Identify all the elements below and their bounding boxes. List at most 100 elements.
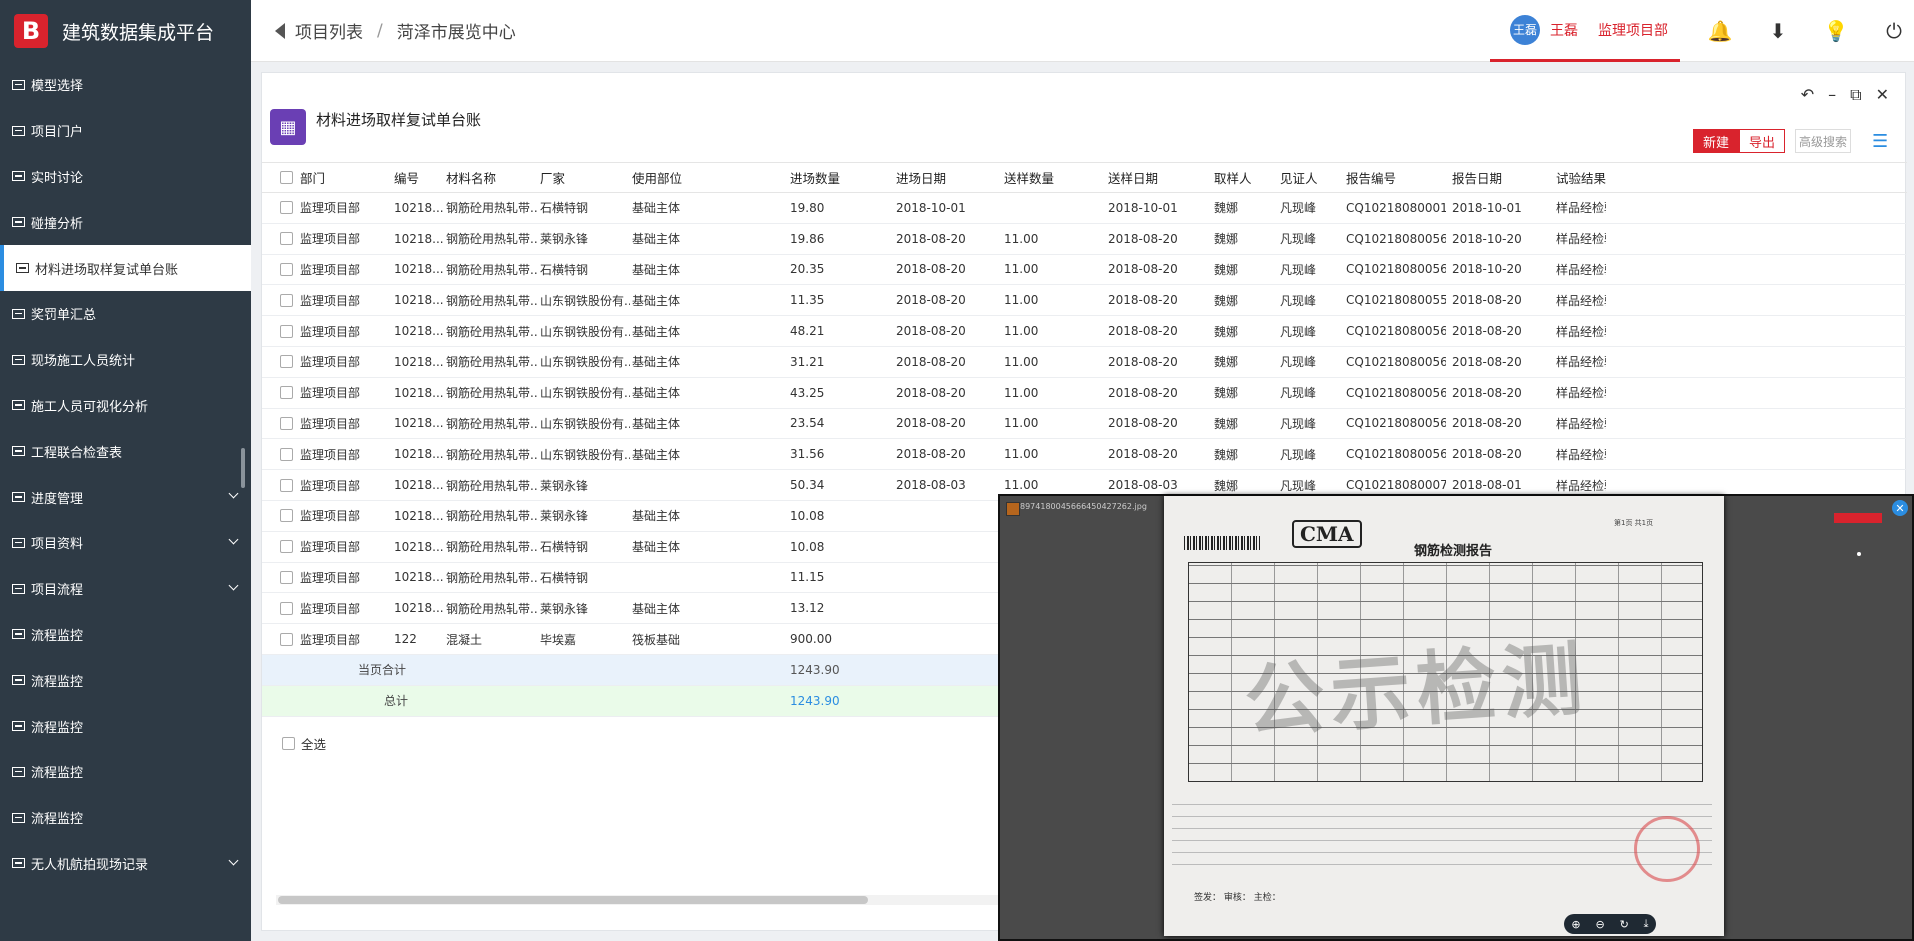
back-arrow-icon[interactable]: [275, 22, 285, 39]
sidebar-item-label: 实时讨论: [31, 170, 84, 186]
column-header[interactable]: 试验结果: [1556, 163, 1606, 192]
column-header[interactable]: 使用部位: [632, 163, 782, 192]
row-checkbox[interactable]: [280, 478, 293, 492]
export-button[interactable]: 导出: [1739, 129, 1785, 153]
table-row[interactable]: 监理项目部 10218... 钢筋砼用热轧带... 山东钢铁股份有... 基础主体 31.…: [262, 347, 1907, 378]
column-header[interactable]: 进场数量: [790, 163, 890, 192]
grand-total-label: 总计: [384, 694, 409, 709]
sidebar-item[interactable]: 施工人员可视化分析: [0, 383, 251, 429]
table-cell: 魏娜: [1214, 386, 1239, 401]
sidebar-item[interactable]: 流程监控: [0, 612, 251, 658]
sidebar-item[interactable]: 项目流程: [0, 566, 251, 612]
table-cell: 10218...: [394, 508, 444, 523]
table-cell: 监理项目部: [300, 201, 361, 216]
column-header[interactable]: 进场日期: [896, 163, 996, 192]
row-checkbox[interactable]: [280, 601, 293, 615]
table-row[interactable]: 监理项目部 10218... 钢筋砼用热轧带... 莱钢永锋 基础主体 19.86 2018…: [262, 224, 1907, 255]
minimize-icon[interactable]: –: [1828, 85, 1836, 105]
sidebar-item[interactable]: 实时讨论: [0, 154, 251, 200]
row-checkbox[interactable]: [280, 416, 293, 430]
table-cell: 监理项目部: [300, 416, 361, 431]
column-header[interactable]: 报告编号: [1346, 163, 1446, 192]
table-row[interactable]: 监理项目部 10218... 钢筋砼用热轧带... 山东钢铁股份有... 基础主体 31.…: [262, 439, 1907, 471]
lightbulb-icon[interactable]: 💡: [1807, 0, 1865, 62]
sidebar-item[interactable]: 流程监控: [0, 795, 251, 841]
user-menu[interactable]: 王磊 王磊 监理项目部: [1490, 0, 1680, 62]
column-header[interactable]: 送样数量: [1004, 163, 1104, 192]
row-checkbox[interactable]: [280, 509, 293, 523]
select-all[interactable]: 全选: [282, 734, 326, 753]
table-row[interactable]: 监理项目部 10218... 钢筋砼用热轧带... 山东钢铁股份有... 基础主体 48.…: [262, 316, 1907, 347]
sidebar-item[interactable]: 流程监控: [0, 749, 251, 795]
rotate-icon[interactable]: ↻: [1620, 918, 1629, 931]
restore-icon[interactable]: ↶: [1801, 85, 1814, 105]
power-icon[interactable]: ⏻: [1865, 0, 1914, 62]
table-row[interactable]: 监理项目部 10218... 钢筋砼用热轧带... 山东钢铁股份有... 基础主体 43.…: [262, 378, 1907, 409]
table-row[interactable]: 监理项目部 10218... 钢筋砼用热轧带... 石横特钢 基础主体 20.35 2018…: [262, 255, 1907, 286]
sidebar-item[interactable]: 流程监控: [0, 657, 251, 703]
sidebar-item[interactable]: 现场施工人员统计: [0, 337, 251, 383]
select-all-label: 全选: [301, 737, 327, 752]
select-all-checkbox[interactable]: [282, 737, 295, 750]
sidebar-item[interactable]: 项目门户: [0, 108, 251, 154]
sidebar-item[interactable]: 工程联合检查表: [0, 428, 251, 474]
user-name: 王磊: [1550, 22, 1578, 39]
row-checkbox[interactable]: [280, 201, 293, 215]
close-icon[interactable]: ✕: [1876, 85, 1889, 105]
sidebar-item[interactable]: 流程监控: [0, 703, 251, 749]
row-checkbox[interactable]: [280, 232, 293, 246]
scrollbar-thumb[interactable]: [278, 896, 868, 904]
table-row[interactable]: 监理项目部 10218... 钢筋砼用热轧带... 山东钢铁股份有... 基础主体 23.…: [262, 409, 1907, 440]
sidebar-item[interactable]: 无人机航拍现场记录: [0, 841, 251, 887]
sidebar-item[interactable]: 模型选择: [0, 62, 251, 108]
row-checkbox[interactable]: [280, 570, 293, 584]
table-cell: 监理项目部: [300, 293, 361, 308]
row-checkbox[interactable]: [280, 632, 293, 646]
breadcrumb-project-list[interactable]: 项目列表: [295, 18, 363, 43]
column-header[interactable]: 部门: [300, 163, 390, 192]
zoom-out-icon[interactable]: ⊖: [1596, 918, 1605, 931]
column-header[interactable]: 材料名称: [446, 163, 538, 192]
app-logo[interactable]: B 建筑数据集成平台: [0, 0, 251, 62]
avatar: 王磊: [1510, 14, 1540, 45]
column-header[interactable]: 见证人: [1280, 163, 1340, 192]
row-checkbox[interactable]: [280, 171, 293, 184]
table-row[interactable]: 监理项目部 10218... 钢筋砼用热轧带... 石横特钢 基础主体 19.80 2018…: [262, 193, 1907, 224]
row-checkbox[interactable]: [280, 447, 293, 461]
download-image-icon[interactable]: ⤓: [1644, 917, 1649, 931]
zoom-in-icon[interactable]: ⊕: [1571, 918, 1580, 931]
download-icon[interactable]: ⬇: [1749, 0, 1807, 62]
sidebar-scrollbar[interactable]: [241, 448, 245, 488]
column-header[interactable]: 送样日期: [1108, 163, 1208, 192]
table-cell: 监理项目部: [300, 540, 361, 555]
sidebar-item[interactable]: 材料进场取样复试单台账: [0, 245, 251, 291]
new-button[interactable]: 新建: [1693, 129, 1739, 153]
list-view-icon[interactable]: ☰: [1872, 131, 1888, 152]
sidebar-item[interactable]: 奖罚单汇总: [0, 291, 251, 337]
row-checkbox[interactable]: [280, 324, 293, 338]
column-header[interactable]: 取样人: [1214, 163, 1274, 192]
maximize-icon[interactable]: ⧉: [1850, 85, 1861, 105]
viewer-close-icon[interactable]: ✕: [1892, 500, 1908, 516]
table-row[interactable]: 监理项目部 10218... 钢筋砼用热轧带... 山东钢铁股份有... 基础主体 11.…: [262, 285, 1907, 317]
sidebar-item[interactable]: 项目资料: [0, 520, 251, 566]
table-cell: 11.15: [790, 570, 825, 585]
table-cell: 2018-08-20: [1108, 262, 1178, 277]
table-cell: 11.00: [1004, 231, 1039, 246]
table-header: 部门 编号 材料名称 厂家 使用部位 进场数量 进场日期 送样数量 送样日期 取样人 见证人 报告编号…: [262, 162, 1907, 193]
column-header[interactable]: 厂家: [540, 163, 630, 192]
viewer-mini-toolbar[interactable]: [1834, 513, 1882, 523]
column-header[interactable]: 报告日期: [1452, 163, 1552, 192]
row-checkbox[interactable]: [280, 262, 293, 276]
row-checkbox[interactable]: [280, 293, 293, 307]
row-checkbox[interactable]: [280, 355, 293, 369]
sidebar-item[interactable]: 碰撞分析: [0, 199, 251, 245]
bell-icon[interactable]: 🔔: [1691, 0, 1749, 62]
row-checkbox[interactable]: [280, 540, 293, 554]
sidebar-item[interactable]: 进度管理: [0, 474, 251, 520]
table-cell: 2018-08-20: [1108, 293, 1178, 308]
sidebar-item-label: 施工人员可视化分析: [31, 399, 149, 415]
row-checkbox[interactable]: [280, 386, 293, 400]
advanced-search-button[interactable]: 高级搜索: [1795, 129, 1851, 153]
column-header[interactable]: 编号: [394, 163, 444, 192]
